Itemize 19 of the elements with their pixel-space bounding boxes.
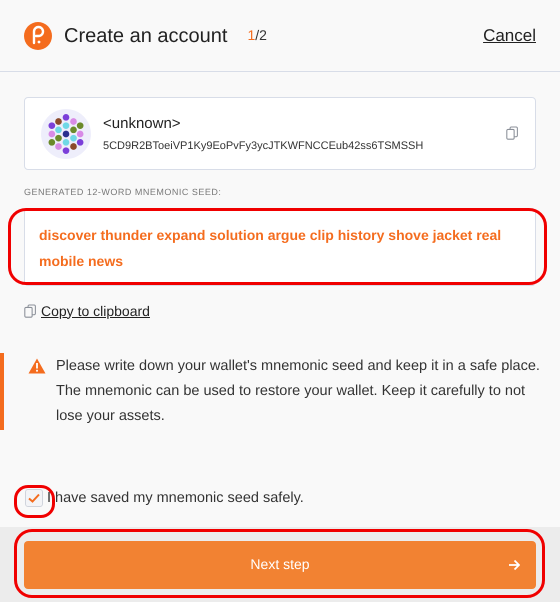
identicon	[41, 108, 91, 158]
confirm-label: I have saved my mnemonic seed safely.	[47, 488, 304, 508]
cancel-link[interactable]: Cancel	[483, 22, 536, 48]
copy-icon	[24, 304, 37, 318]
seed-label: GENERATED 12-WORD MNEMONIC SEED:	[24, 186, 222, 199]
account-address: 5CD9R2BToeiVP1Ky9EoPvFy3ycJTKWFNCCEub42ss6TSMSSH	[103, 138, 424, 154]
arrow-right-icon	[508, 558, 520, 570]
step-indicator: 1/2	[247, 26, 267, 45]
warning-text: Please write down your wallet's mnemonic seed and keep it in a safe place. The mnemonic can be used to restore your wallet. Keep it carefully to not lose your assets.	[56, 356, 540, 426]
account-name: <unknown>	[103, 114, 182, 134]
warning-icon	[28, 358, 46, 374]
copy-to-clipboard-link[interactable]: Copy to clipboard	[24, 300, 536, 322]
copy-icon	[506, 126, 519, 141]
window-title: Create an account	[64, 24, 228, 48]
seed-text: discover thunder expand solution argue clip history shove jacket real mobile news	[39, 226, 502, 268]
highlight-ring	[14, 485, 55, 518]
confirm-checkbox[interactable]	[25, 489, 43, 508]
check-icon	[28, 493, 40, 504]
logo-icon	[24, 22, 52, 50]
